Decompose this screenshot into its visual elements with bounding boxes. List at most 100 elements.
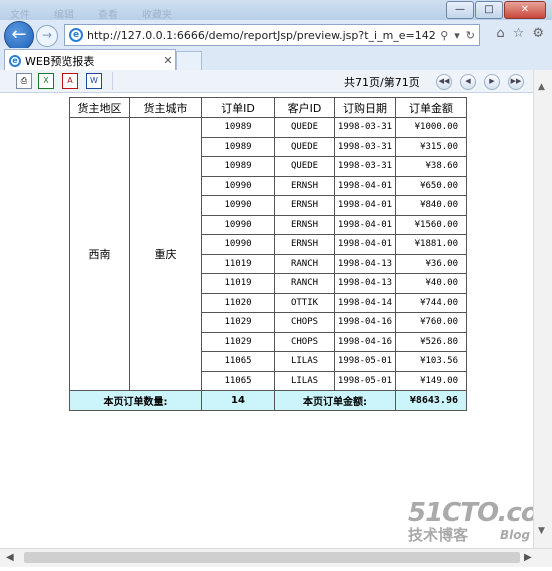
menu-item[interactable]: 编辑 (54, 6, 74, 21)
menu-item[interactable]: 文件 (10, 6, 30, 21)
scroll-left-icon[interactable]: ◀ (6, 552, 14, 563)
horizontal-scrollbar[interactable]: ◀ ▶ (0, 548, 552, 567)
customer-id-cell: QUEDE (274, 156, 335, 177)
amount-cell: ¥149.00 (395, 370, 467, 391)
order-date-cell: 1998-03-31 (334, 156, 396, 177)
first-page-icon[interactable]: ◀◀ (436, 74, 452, 90)
report-toolbar: ⎙ X A W 共71页/第71页 ◀◀ ◀ ▶ ▶▶ (0, 70, 533, 93)
word-export-icon[interactable]: W (86, 73, 102, 89)
order-id-cell: 10990 (201, 214, 275, 235)
amount-cell: ¥1881.00 (395, 234, 467, 255)
header-order-date: 订购日期 (334, 97, 396, 118)
order-date-cell: 1998-04-13 (334, 273, 396, 294)
navigation-bar: ← → e http://127.0.0.1:6666/demo/reportJ… (0, 20, 552, 51)
order-id-cell: 11020 (201, 292, 275, 313)
order-id-cell: 11029 (201, 312, 275, 333)
tab-web-preview[interactable]: e WEB预览报表 ✕ (4, 49, 176, 71)
vertical-scrollbar[interactable]: ▲ ▼ (533, 70, 552, 548)
customer-id-cell: QUEDE (274, 117, 335, 138)
header-cargo-region: 货主地区 (69, 97, 130, 118)
customer-id-cell: ERNSH (274, 214, 335, 235)
tab-bar: e WEB预览报表 ✕ (0, 48, 552, 71)
minimize-button[interactable]: — (446, 1, 474, 19)
amount-cell: ¥744.00 (395, 292, 467, 313)
browser-icons: ⌂ ☆ ⚙ (496, 26, 544, 41)
order-amount-total: ¥8643.96 (395, 390, 467, 411)
order-date-cell: 1998-04-13 (334, 253, 396, 274)
order-date-cell: 1998-05-01 (334, 370, 396, 391)
pdf-export-icon[interactable]: A (62, 73, 78, 89)
order-report-table: 货主地区 货主城市 订单ID 客户ID 订购日期 订单金额 西南 重庆 1098… (69, 97, 467, 411)
tab-title: WEB预览报表 (25, 54, 95, 68)
search-icon[interactable]: ⚲ (440, 29, 448, 42)
order-id-cell: 10990 (201, 195, 275, 216)
close-tab-icon[interactable]: ✕ (161, 54, 175, 67)
order-count-value: 14 (201, 390, 275, 411)
customer-id-cell: ERNSH (274, 195, 335, 216)
amount-cell: ¥36.00 (395, 253, 467, 274)
previous-page-icon[interactable]: ◀ (460, 74, 476, 90)
customer-id-cell: CHOPS (274, 331, 335, 352)
scroll-down-icon[interactable]: ▼ (538, 526, 545, 536)
last-page-icon[interactable]: ▶▶ (508, 74, 524, 90)
amount-cell: ¥103.56 (395, 351, 467, 372)
customer-id-cell: ERNSH (274, 175, 335, 196)
order-date-cell: 1998-03-31 (334, 117, 396, 138)
window-titlebar: 文件 编辑 查看 收藏夹 — □ ✕ (0, 0, 552, 21)
ie-icon: e (9, 54, 21, 67)
next-page-icon[interactable]: ▶ (484, 74, 500, 90)
menu-item[interactable]: 收藏夹 (142, 6, 172, 21)
dropdown-icon[interactable]: ▾ (454, 29, 460, 42)
order-date-cell: 1998-04-16 (334, 331, 396, 352)
maximize-button[interactable]: □ (475, 1, 503, 19)
page-info: 共71页/第71页 (344, 76, 420, 89)
header-order-amount: 订单金额 (395, 97, 467, 118)
summary-row: 本页订单数量: 14 本页订单金额: ¥8643.96 (69, 390, 467, 411)
favorites-star-icon[interactable]: ☆ (513, 26, 525, 41)
faded-menu: 文件 编辑 查看 收藏夹 (10, 6, 172, 21)
header-order-id: 订单ID (201, 97, 275, 118)
order-id-cell: 11029 (201, 331, 275, 352)
header-customer-id: 客户ID (274, 97, 335, 118)
print-icon[interactable]: ⎙ (16, 73, 32, 89)
excel-export-icon[interactable]: X (38, 73, 54, 89)
amount-cell: ¥840.00 (395, 195, 467, 216)
order-date-cell: 1998-04-01 (334, 214, 396, 235)
close-window-button[interactable]: ✕ (504, 1, 546, 19)
amount-cell: ¥38.60 (395, 156, 467, 177)
address-bar[interactable]: e http://127.0.0.1:6666/demo/reportJsp/p… (64, 24, 480, 46)
scroll-right-icon[interactable]: ▶ (524, 552, 532, 563)
table-row: 西南 重庆 10989 QUEDE 1998-03-31 ¥1000.00 (69, 117, 467, 391)
order-date-cell: 1998-03-31 (334, 136, 396, 157)
amount-cell: ¥650.00 (395, 175, 467, 196)
forward-button[interactable]: → (36, 25, 58, 47)
customer-id-cell: LILAS (274, 351, 335, 372)
region-cell: 西南 (69, 117, 130, 391)
new-tab-button[interactable] (176, 51, 202, 70)
refresh-icon[interactable]: ↻ (466, 29, 475, 42)
order-id-cell: 11065 (201, 351, 275, 372)
horizontal-scroll-thumb[interactable] (24, 552, 520, 563)
url-text: http://127.0.0.1:6666/demo/reportJsp/pre… (87, 28, 437, 42)
order-id-cell: 10989 (201, 156, 275, 177)
customer-id-cell: ERNSH (274, 234, 335, 255)
customer-id-cell: LILAS (274, 370, 335, 391)
back-button[interactable]: ← (4, 21, 34, 51)
watermark-logo: 51CTO.com 技术博客 Blog (408, 498, 552, 545)
customer-id-cell: CHOPS (274, 312, 335, 333)
customer-id-cell: QUEDE (274, 136, 335, 157)
city-cell: 重庆 (129, 117, 202, 391)
order-date-cell: 1998-04-01 (334, 175, 396, 196)
customer-id-cell: OTTIK (274, 292, 335, 313)
toolbar-divider (112, 72, 113, 90)
table-header-row: 货主地区 货主城市 订单ID 客户ID 订购日期 订单金额 (69, 97, 467, 118)
scroll-up-icon[interactable]: ▲ (538, 82, 545, 92)
order-date-cell: 1998-04-14 (334, 292, 396, 313)
order-date-cell: 1998-04-01 (334, 234, 396, 255)
amount-cell: ¥1000.00 (395, 117, 467, 138)
home-icon[interactable]: ⌂ (496, 26, 504, 41)
menu-item[interactable]: 查看 (98, 6, 118, 21)
settings-gear-icon[interactable]: ⚙ (532, 26, 544, 41)
customer-id-cell: RANCH (274, 273, 335, 294)
amount-cell: ¥315.00 (395, 136, 467, 157)
